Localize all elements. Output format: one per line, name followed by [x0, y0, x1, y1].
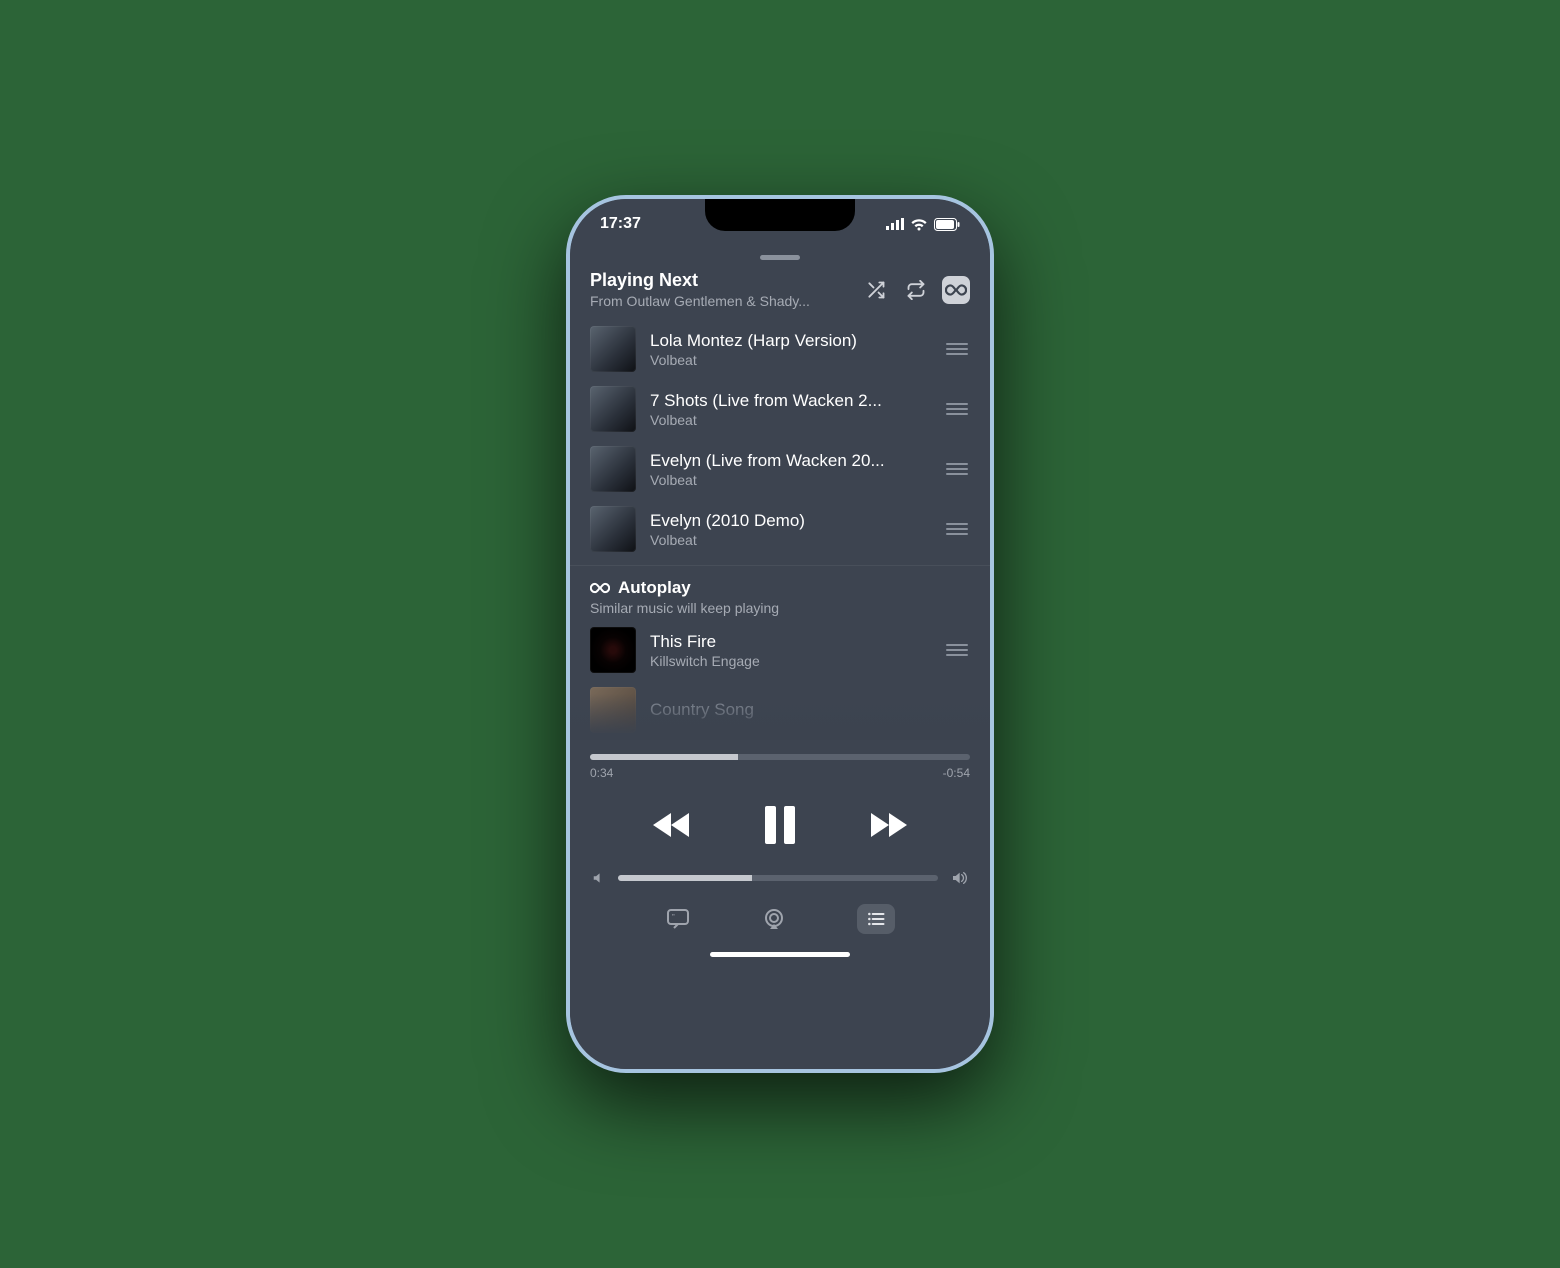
pause-button[interactable]: [763, 806, 797, 844]
track-row[interactable]: Country Song: [570, 680, 990, 740]
airplay-icon: [761, 907, 787, 931]
phone-frame: 17:37 Playing Next From Outlaw Gentlemen…: [566, 195, 994, 1073]
drag-handle-icon[interactable]: [944, 397, 970, 421]
time-elapsed: 0:34: [590, 766, 613, 780]
time-remaining: -0:54: [943, 766, 970, 780]
drag-handle-icon[interactable]: [944, 638, 970, 662]
album-art: [590, 386, 636, 432]
status-time: 17:37: [600, 215, 641, 233]
notch: [705, 199, 855, 231]
track-artist: Killswitch Engage: [650, 653, 930, 669]
drag-handle-icon[interactable]: [944, 517, 970, 541]
volume-fill: [618, 875, 752, 881]
repeat-button[interactable]: [902, 276, 930, 304]
track-title: Evelyn (Live from Wacken 20...: [650, 451, 930, 471]
shuffle-button[interactable]: [862, 276, 890, 304]
previous-button[interactable]: [651, 810, 693, 840]
track-row[interactable]: Evelyn (Live from Wacken 20... Volbeat: [570, 439, 990, 499]
infinity-icon: [590, 582, 610, 594]
previous-icon: [651, 810, 693, 840]
player-controls: 0:34 -0:54: [570, 740, 990, 952]
home-indicator[interactable]: [710, 952, 850, 957]
queue-button[interactable]: [857, 904, 895, 934]
album-art: [590, 326, 636, 372]
screen: 17:37 Playing Next From Outlaw Gentlemen…: [570, 199, 990, 1069]
airplay-button[interactable]: [761, 907, 787, 931]
volume-high-icon: [950, 870, 968, 886]
drag-handle-icon[interactable]: [944, 457, 970, 481]
autoplay-label: Autoplay: [618, 578, 691, 598]
volume-slider[interactable]: [618, 875, 938, 881]
repeat-icon: [905, 280, 927, 300]
track-title: Lola Montez (Harp Version): [650, 331, 930, 351]
next-icon: [867, 810, 909, 840]
track-title: Country Song: [650, 700, 970, 720]
track-title: Evelyn (2010 Demo): [650, 511, 930, 531]
infinity-icon: [945, 280, 967, 300]
track-row[interactable]: This Fire Killswitch Engage: [570, 620, 990, 680]
track-artist: Volbeat: [650, 532, 930, 548]
status-icons: [886, 218, 960, 231]
wifi-icon: [910, 218, 928, 231]
autoplay-sub: Similar music will keep playing: [590, 600, 970, 616]
track-artist: Volbeat: [650, 472, 930, 488]
sheet-grabber[interactable]: [760, 255, 800, 260]
album-art: [590, 627, 636, 673]
svg-text:”: ”: [672, 913, 675, 922]
next-button[interactable]: [867, 810, 909, 840]
queue-icon: [864, 909, 888, 929]
track-title: This Fire: [650, 632, 930, 652]
album-art: [590, 446, 636, 492]
progress-fill: [590, 754, 738, 760]
lyrics-icon: ”: [665, 907, 691, 931]
autoplay-section-header: Autoplay Similar music will keep playing: [570, 566, 990, 620]
shuffle-icon: [865, 280, 887, 300]
track-row[interactable]: Evelyn (2010 Demo) Volbeat: [570, 499, 990, 559]
track-row[interactable]: 7 Shots (Live from Wacken 2... Volbeat: [570, 379, 990, 439]
pause-icon: [763, 806, 797, 844]
drag-handle-icon[interactable]: [944, 337, 970, 361]
progress-slider[interactable]: [590, 754, 970, 760]
lyrics-button[interactable]: ”: [665, 907, 691, 931]
album-art: [590, 687, 636, 733]
volume-low-icon: [592, 871, 606, 885]
album-art: [590, 506, 636, 552]
track-artist: Volbeat: [650, 412, 930, 428]
queue-subtitle: From Outlaw Gentlemen & Shady...: [590, 293, 852, 309]
queue-title: Playing Next: [590, 270, 852, 291]
queue-header: Playing Next From Outlaw Gentlemen & Sha…: [570, 270, 990, 319]
autoplay-toggle-button[interactable]: [942, 276, 970, 304]
battery-icon: [934, 218, 960, 231]
track-artist: Volbeat: [650, 352, 930, 368]
cellular-icon: [886, 218, 904, 230]
track-title: 7 Shots (Live from Wacken 2...: [650, 391, 930, 411]
queue-list[interactable]: Lola Montez (Harp Version) Volbeat 7 Sho…: [570, 319, 990, 740]
track-row[interactable]: Lola Montez (Harp Version) Volbeat: [570, 319, 990, 379]
